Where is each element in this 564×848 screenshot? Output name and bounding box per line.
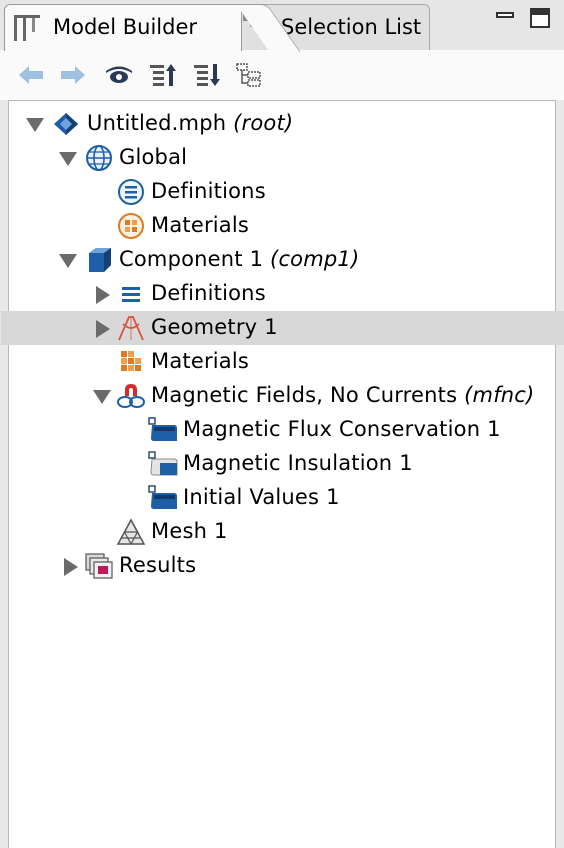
expand-toggle[interactable]	[93, 286, 110, 304]
materials-icon	[118, 213, 144, 239]
expand-toggle[interactable]	[59, 150, 77, 166]
tree-item-label: Untitled.mph (root)	[87, 111, 294, 135]
tree-item-label: Materials	[151, 349, 250, 373]
domain-node-icon	[148, 417, 177, 441]
tree-item-flux-conservation[interactable]: Magnetic Flux Conservation 1	[9, 413, 564, 447]
tree-item-label: Magnetic Flux Conservation 1	[183, 417, 501, 441]
geometry-icon	[118, 316, 144, 341]
tree-item-label: Geometry 1	[151, 315, 278, 339]
tree-item-comp-materials[interactable]: Materials	[9, 345, 564, 379]
mesh-icon	[116, 518, 146, 546]
tree-item-global-definitions[interactable]: Definitions	[9, 175, 564, 209]
tab-model-builder[interactable]: Model Builder	[4, 4, 242, 51]
tree-item-label: Global	[119, 145, 188, 169]
definitions-icon	[118, 179, 144, 205]
tree-item-physics[interactable]: Magnetic Fields, No Currents (mfnc)	[9, 379, 564, 413]
tree-item-label: Materials	[151, 213, 250, 237]
tree-item-root[interactable]: Untitled.mph (root)	[9, 107, 564, 141]
magnet-physics-icon	[117, 384, 145, 408]
tree-item-insulation[interactable]: Magnetic Insulation 1	[9, 447, 564, 481]
forward-arrow-icon[interactable]	[58, 62, 88, 88]
tree-item-label: Definitions	[151, 281, 266, 305]
globe-icon	[86, 145, 112, 171]
tree-item-global-materials[interactable]: Materials	[9, 209, 564, 243]
show-icon[interactable]	[104, 62, 134, 88]
tree-item-label: Magnetic Insulation 1	[183, 451, 413, 475]
expand-toggle[interactable]	[61, 558, 78, 576]
tree-view-icon[interactable]	[234, 62, 264, 88]
collapse-up-icon[interactable]	[148, 62, 178, 88]
model-tree: Untitled.mph (root) Global Definitions M…	[1, 100, 564, 848]
component-cube-icon	[89, 248, 111, 272]
expand-down-icon[interactable]	[192, 62, 222, 88]
tree-item-initial-values[interactable]: Initial Values 1	[9, 481, 564, 515]
expand-toggle[interactable]	[93, 320, 110, 338]
tab-bar: Selection List Model Builder	[0, 0, 564, 51]
model-file-icon	[54, 113, 78, 135]
tree-item-results[interactable]: Results	[9, 549, 564, 583]
minimize-button[interactable]	[496, 8, 516, 28]
window-controls	[496, 8, 550, 28]
toolbar	[0, 50, 564, 100]
boundary-node-icon	[148, 451, 178, 476]
tree-item-label: Initial Values 1	[183, 485, 340, 509]
tree-item-comp-definitions[interactable]: Definitions	[9, 277, 564, 311]
tree-item-label: Results	[119, 553, 197, 577]
materials-icon	[121, 351, 141, 371]
back-arrow-icon[interactable]	[16, 62, 46, 88]
tree-item-global[interactable]: Global	[9, 141, 564, 175]
model-builder-icon	[14, 15, 40, 41]
domain-node-icon	[148, 485, 177, 509]
tab-selection-list-label: Selection List	[281, 15, 422, 39]
results-icon	[85, 553, 113, 579]
tree-item-geometry[interactable]: Geometry 1	[1, 311, 564, 345]
expand-toggle[interactable]	[59, 252, 77, 268]
expand-toggle[interactable]	[26, 116, 44, 132]
tree-item-mesh[interactable]: Mesh 1	[9, 515, 564, 549]
definitions-list-icon	[122, 287, 140, 302]
maximize-button[interactable]	[530, 8, 550, 28]
tree-item-label: Mesh 1	[151, 519, 228, 543]
tree-item-label: Magnetic Fields, No Currents (mfnc)	[151, 383, 535, 407]
expand-toggle[interactable]	[93, 388, 111, 404]
tree-item-component[interactable]: Component 1 (comp1)	[9, 243, 564, 277]
tree-item-label: Component 1 (comp1)	[119, 247, 360, 271]
tree-item-label: Definitions	[151, 179, 266, 203]
tab-model-builder-label: Model Builder	[53, 15, 197, 39]
